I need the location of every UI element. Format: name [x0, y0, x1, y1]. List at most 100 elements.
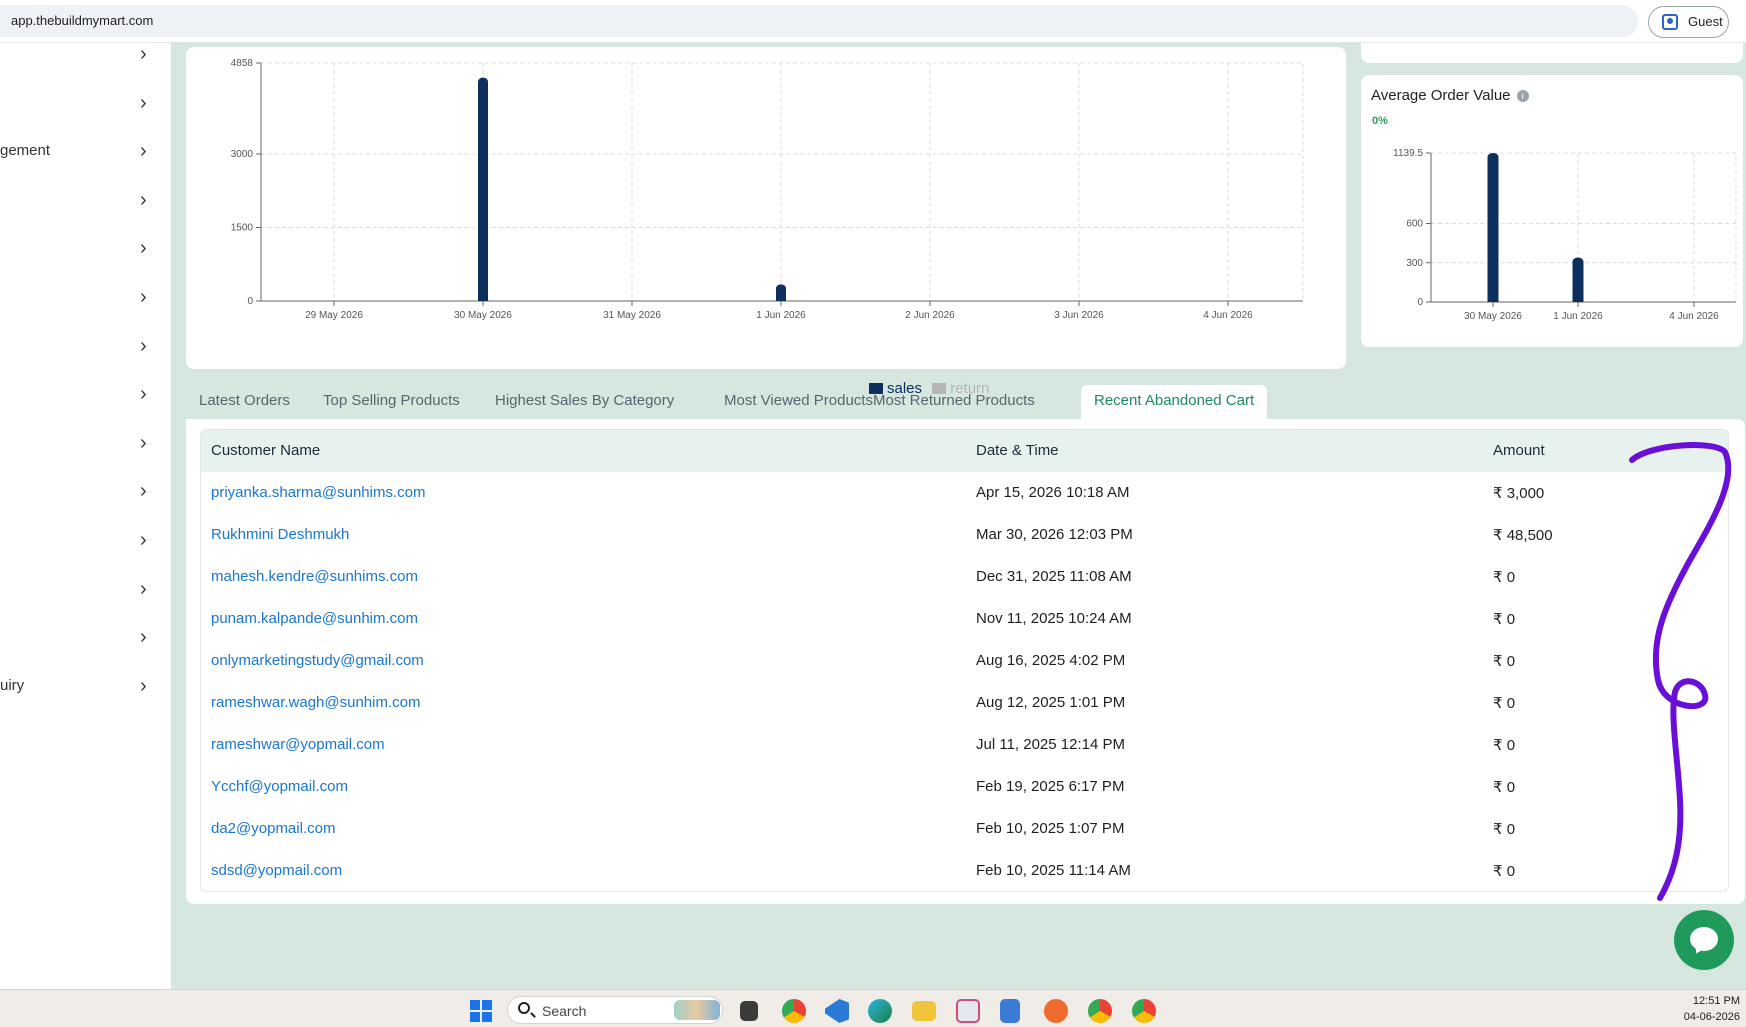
taskbar: Search 12:51 PM 04-06-2026 — [0, 989, 1746, 1027]
stat-card-partial — [1361, 43, 1743, 63]
bar-value — [1487, 153, 1499, 302]
sidebar-item[interactable]: › — [0, 375, 171, 415]
tab-latest-orders[interactable]: Latest Orders — [186, 385, 303, 419]
customer-link[interactable]: Ycchf@yopmail.com — [211, 778, 348, 795]
table-row[interactable]: da2@yopmail.com Feb 10, 2025 1:07 PM ₹ 0 — [201, 808, 1728, 850]
chevron-right-icon: › — [140, 140, 147, 163]
column-header-customer[interactable]: Customer Name — [211, 442, 320, 459]
vscode-icon[interactable] — [825, 999, 849, 1023]
customer-link[interactable]: rameshwar.wagh@sunhim.com — [211, 694, 420, 711]
table-header: Customer Name Date & Time Amount — [201, 430, 1728, 472]
customer-link[interactable]: priyanka.sharma@sunhims.com — [211, 484, 425, 501]
table-row[interactable]: onlymarketingstudy@gmail.com Aug 16, 2025… — [201, 640, 1728, 682]
x-tick-label: 29 May 2026 — [305, 310, 363, 321]
y-tick-label: 300 — [1406, 258, 1423, 269]
snipping-tool-icon[interactable] — [956, 999, 980, 1023]
table-row[interactable]: Rukhmini Deshmukh Mar 30, 2026 12:03 PM ₹ … — [201, 514, 1728, 556]
table-row[interactable]: punam.kalpande@sunhim.com Nov 11, 2025 10… — [201, 598, 1728, 640]
clock-date: 04-06-2026 — [1683, 1011, 1740, 1023]
tab-most-returned-products[interactable]: Most Returned Products — [860, 385, 1048, 419]
customer-link[interactable]: rameshwar@yopmail.com — [211, 736, 385, 753]
taskbar-clock[interactable]: 12:51 PM 04-06-2026 — [1660, 993, 1740, 1025]
customer-link[interactable]: punam.kalpande@sunhim.com — [211, 610, 418, 627]
profile-label: Guest — [1688, 14, 1723, 29]
bar-value — [1572, 257, 1584, 302]
customer-link[interactable]: mahesh.kendre@sunhims.com — [211, 568, 418, 585]
table-row[interactable]: priyanka.sharma@sunhims.com Apr 15, 2026 … — [201, 472, 1728, 514]
x-tick-label: 30 May 2026 — [1464, 311, 1522, 322]
abandoned-cart-table: Customer Name Date & Time Amount priyank… — [200, 429, 1729, 892]
chevron-right-icon: › — [140, 91, 147, 114]
tab-top-selling-products[interactable]: Top Selling Products — [310, 385, 473, 419]
windows-start-icon[interactable] — [470, 1000, 492, 1022]
x-tick-label: 4 Jun 2026 — [1669, 311, 1719, 322]
task-view-icon[interactable] — [740, 1001, 758, 1021]
sidebar-item[interactable]: gement › — [0, 132, 171, 172]
x-tick-label: 3 Jun 2026 — [1054, 310, 1104, 321]
x-tick-label: 4 Jun 2026 — [1203, 310, 1253, 321]
sidebar-item[interactable]: › — [0, 618, 171, 658]
table-row[interactable]: rameshwar@yopmail.com Jul 11, 2025 12:14 … — [201, 724, 1728, 766]
sidebar-item[interactable]: › — [0, 521, 171, 561]
row-datetime: Feb 10, 2025 11:14 AM — [976, 862, 1131, 879]
chrome-icon[interactable] — [1088, 999, 1112, 1023]
chrome-icon[interactable] — [782, 999, 806, 1023]
y-tick-label: 1139.5 — [1393, 148, 1423, 159]
table-row[interactable]: Ycchf@yopmail.com Feb 19, 2025 6:17 PM ₹ 0 — [201, 766, 1728, 808]
address-bar[interactable]: app.thebuildmymart.com — [0, 5, 1638, 37]
person-badge-icon — [1662, 14, 1678, 30]
notepad-icon[interactable] — [1000, 999, 1020, 1023]
table-row[interactable]: rameshwar.wagh@sunhim.com Aug 12, 2025 1:… — [201, 682, 1728, 724]
taskbar-search[interactable]: Search — [507, 996, 723, 1024]
chevron-right-icon: › — [140, 383, 147, 406]
sidebar-item[interactable]: › — [0, 35, 171, 75]
sidebar-item[interactable]: › — [0, 424, 171, 464]
sidebar-item[interactable]: › — [0, 84, 171, 124]
row-datetime: Dec 31, 2025 11:08 AM — [976, 568, 1132, 585]
sidebar-item[interactable]: uiry › — [0, 667, 171, 707]
table-row[interactable]: mahesh.kendre@sunhims.com Dec 31, 2025 11… — [201, 556, 1728, 598]
sidebar-item[interactable]: › — [0, 570, 171, 610]
customer-link[interactable]: onlymarketingstudy@gmail.com — [211, 652, 424, 669]
sidebar-item[interactable]: › — [0, 472, 171, 512]
x-tick-label: 2 Jun 2026 — [905, 310, 955, 321]
sales-chart-card: 0 1500 3000 4858 29 May 2026 30 May 2026 31 Ma… — [186, 47, 1346, 397]
row-datetime: Feb 19, 2025 6:17 PM — [976, 778, 1125, 795]
row-amount: ₹ 48,500 — [1493, 527, 1553, 544]
sidebar-item[interactable]: › — [0, 327, 171, 367]
sidebar-item[interactable]: › — [0, 278, 171, 318]
row-amount: ₹ 0 — [1493, 779, 1516, 796]
postman-icon[interactable] — [1044, 999, 1068, 1023]
edge-icon[interactable] — [868, 999, 892, 1023]
row-amount: ₹ 0 — [1493, 737, 1516, 754]
y-tick-label: 4858 — [231, 58, 254, 69]
abandoned-cart-card: Customer Name Date & Time Amount priyank… — [186, 419, 1745, 904]
bar-base — [776, 295, 786, 301]
file-explorer-icon[interactable] — [912, 1001, 936, 1021]
sidebar-item[interactable]: › — [0, 229, 171, 269]
row-datetime: Apr 15, 2026 10:18 AM — [976, 484, 1130, 501]
chat-launcher[interactable] — [1674, 910, 1734, 970]
sidebar-item-label: uiry — [0, 676, 25, 694]
customer-link[interactable]: sdsd@yopmail.com — [211, 862, 342, 879]
row-datetime: Mar 30, 2026 12:03 PM — [976, 526, 1133, 543]
tab-recent-abandoned-cart[interactable]: Recent Abandoned Cart — [1081, 385, 1268, 419]
table-row[interactable]: sdsd@yopmail.com Feb 10, 2025 11:14 AM ₹ 0 — [201, 850, 1728, 891]
x-tick-label: 30 May 2026 — [454, 310, 512, 321]
row-amount: ₹ 0 — [1493, 569, 1516, 586]
browser-bar: app.thebuildmymart.com Guest — [0, 0, 1746, 43]
chevron-right-icon: › — [140, 237, 147, 260]
column-header-amount[interactable]: Amount — [1493, 442, 1545, 459]
sidebar-item[interactable]: › — [0, 181, 171, 221]
customer-link[interactable]: Rukhmini Deshmukh — [211, 526, 349, 543]
profile-button[interactable]: Guest — [1648, 6, 1729, 38]
sidebar-item-label: gement — [0, 142, 51, 160]
x-tick-label: 1 Jun 2026 — [1553, 311, 1603, 322]
chrome-icon[interactable] — [1132, 999, 1156, 1023]
tab-highest-sales-by-category[interactable]: Highest Sales By Category — [482, 385, 687, 419]
customer-link[interactable]: da2@yopmail.com — [211, 820, 335, 837]
y-tick-label: 0 — [247, 296, 253, 307]
column-header-datetime[interactable]: Date & Time — [976, 442, 1059, 459]
y-tick-label: 0 — [1417, 297, 1423, 308]
row-amount: ₹ 0 — [1493, 653, 1516, 670]
